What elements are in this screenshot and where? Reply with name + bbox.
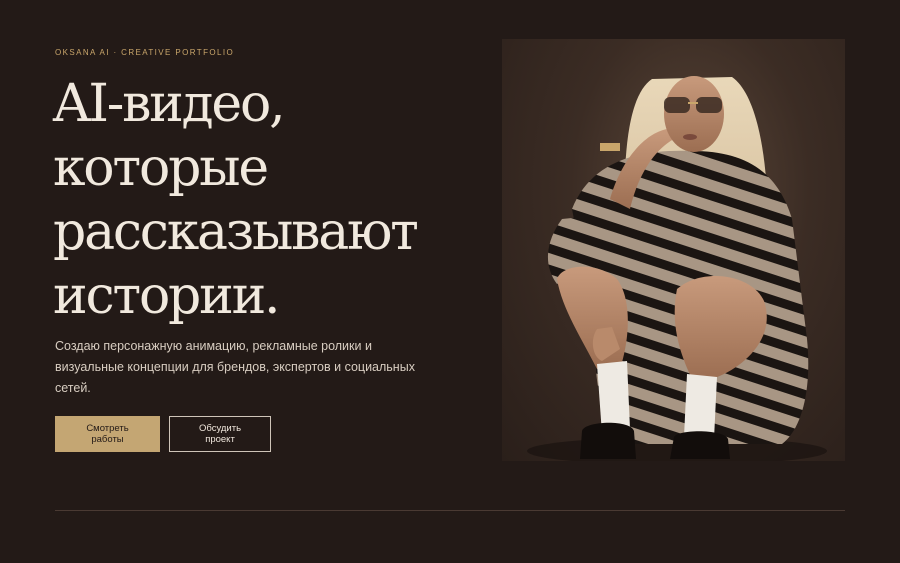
headline-line: рассказывают [53,202,419,262]
discuss-project-button[interactable]: Обсудить проект [169,416,271,452]
view-works-button[interactable]: Смотреть работы [55,416,160,452]
portrait-illustration [527,76,827,461]
hero-description: Создаю персонажную анимацию, рекламные р… [55,339,415,395]
hero-actions: Смотреть работы Обсудить проект [55,416,271,452]
section-divider [55,510,845,511]
headline-line: AI-видео, [53,74,286,134]
headline-line: которые [53,138,269,198]
hero-portrait-image [502,39,845,461]
headline-line: истории. [53,266,281,326]
eyebrow-label: OKSANA AI · CREATIVE PORTFOLIO [55,48,235,57]
hero-headline: AI-видео, которые рассказывают истории. [53,72,419,328]
